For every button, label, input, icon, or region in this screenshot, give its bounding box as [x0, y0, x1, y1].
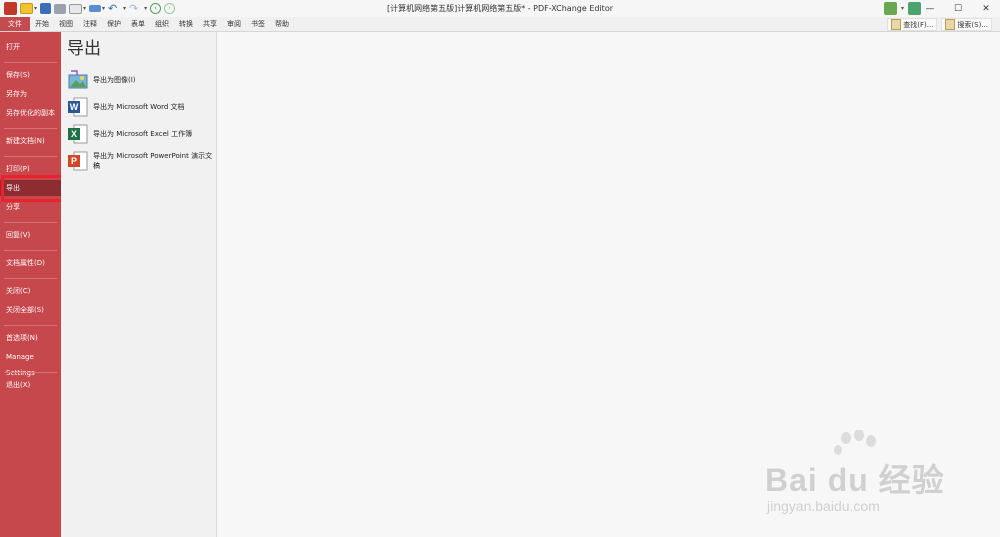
export-powerpoint-option[interactable]: P 导出为 Microsoft PowerPoint 演示文稿: [67, 150, 216, 172]
sidebar-item-close-all[interactable]: 关闭全部(S): [0, 302, 61, 318]
export-image-label: 导出为图像(I): [93, 76, 136, 84]
maximize-button[interactable]: ☐: [944, 0, 972, 17]
layout-icon[interactable]: [884, 2, 897, 15]
search-label: 搜索(S)...: [957, 20, 988, 29]
export-excel-option[interactable]: X 导出为 Microsoft Excel 工作簿: [67, 123, 192, 145]
window-controls: — ☐ ✕: [916, 0, 1000, 17]
svg-text:X: X: [71, 129, 77, 139]
export-highlight-box: [1, 175, 67, 202]
divider: [4, 250, 57, 251]
tab-protect[interactable]: 保护: [102, 17, 126, 31]
minimize-button[interactable]: —: [916, 0, 944, 17]
sidebar-item-preferences[interactable]: 首选项(N): [0, 330, 61, 346]
export-image-option[interactable]: 导出为图像(I): [67, 69, 136, 91]
tab-organize[interactable]: 组织: [150, 17, 174, 31]
tab-file[interactable]: 文件: [0, 17, 30, 31]
watermark-url: jingyan.baidu.com: [767, 498, 880, 514]
close-button[interactable]: ✕: [972, 0, 1000, 17]
sidebar-item-close[interactable]: 关闭(C): [0, 283, 61, 299]
divider: [4, 325, 57, 326]
find-icon: [891, 19, 902, 30]
window-title: [计算机网络第五版]计算机网络第五版* - PDF-XChange Editor: [386, 4, 614, 13]
sidebar-item-save[interactable]: 保存(S): [0, 67, 61, 83]
export-word-option[interactable]: W 导出为 Microsoft Word 文档: [67, 96, 185, 118]
excel-icon: X: [67, 123, 88, 145]
export-word-label: 导出为 Microsoft Word 文档: [93, 103, 185, 111]
tab-form[interactable]: 表单: [126, 17, 150, 31]
sidebar-item-open[interactable]: 打开: [0, 39, 61, 55]
tab-convert[interactable]: 转换: [174, 17, 198, 31]
sidebar-item-new-document[interactable]: 新建文档(N): [0, 133, 61, 149]
find-label: 查找(F)...: [903, 20, 934, 29]
panel-heading: 导出: [67, 39, 101, 59]
sidebar-item-exit[interactable]: 退出(X): [0, 377, 61, 393]
export-excel-label: 导出为 Microsoft Excel 工作簿: [93, 130, 193, 138]
powerpoint-icon: P: [67, 150, 88, 172]
ribbon-tab-bar: 文件 开始 视图 注释 保护 表单 组织 转换 共享 审阅 书签 帮助 查找(F…: [0, 17, 1000, 32]
divider: [4, 278, 57, 279]
layout-dropdown-icon[interactable]: ▾: [901, 5, 904, 12]
sidebar-item-save-as[interactable]: 另存为: [0, 86, 61, 102]
word-icon: W: [67, 96, 88, 118]
sidebar-item-document-properties[interactable]: 文档属性(D): [0, 255, 61, 271]
tab-review[interactable]: 审阅: [222, 17, 246, 31]
tab-comment[interactable]: 注释: [78, 17, 102, 31]
sidebar-item-revert[interactable]: 回复(V): [0, 227, 61, 243]
export-powerpoint-label: 导出为 Microsoft PowerPoint 演示文稿: [93, 152, 213, 170]
search-icon: [945, 19, 956, 30]
divider: [4, 372, 57, 373]
svg-text:P: P: [71, 156, 77, 166]
export-panel: 导出 导出为图像(I) W 导出为 Microsoft Word 文档 X 导出…: [61, 32, 217, 537]
svg-text:W: W: [70, 102, 79, 112]
tab-home[interactable]: 开始: [30, 17, 54, 31]
search-button[interactable]: 搜索(S)...: [941, 18, 992, 31]
sidebar-item-save-optimized-copy[interactable]: 另存优化的副本: [0, 105, 61, 121]
tab-help[interactable]: 帮助: [270, 17, 294, 31]
backstage-sidebar: 打开 保存(S) 另存为 另存优化的副本 新建文档(N) 打印(P) 导出 分享…: [0, 32, 61, 537]
title-bar: ▾ ▾ ▾ ↶ ▾ ↷ ▾ ‹ › [计算机网络第五版]计算机网络第五版* - …: [0, 0, 1000, 17]
image-export-icon: [67, 69, 88, 91]
find-button[interactable]: 查找(F)...: [887, 18, 938, 31]
baidu-watermark: Bai du 经验 jingyan.baidu.com: [765, 455, 945, 514]
watermark-brand: Bai du 经验: [765, 462, 945, 498]
tab-view[interactable]: 视图: [54, 17, 78, 31]
divider: [4, 62, 57, 63]
tab-share[interactable]: 共享: [198, 17, 222, 31]
divider: [4, 128, 57, 129]
divider: [4, 222, 57, 223]
sidebar-item-manage-settings[interactable]: Manage Settings: [0, 349, 61, 377]
divider: [4, 156, 57, 157]
tab-bookmark[interactable]: 书签: [246, 17, 270, 31]
